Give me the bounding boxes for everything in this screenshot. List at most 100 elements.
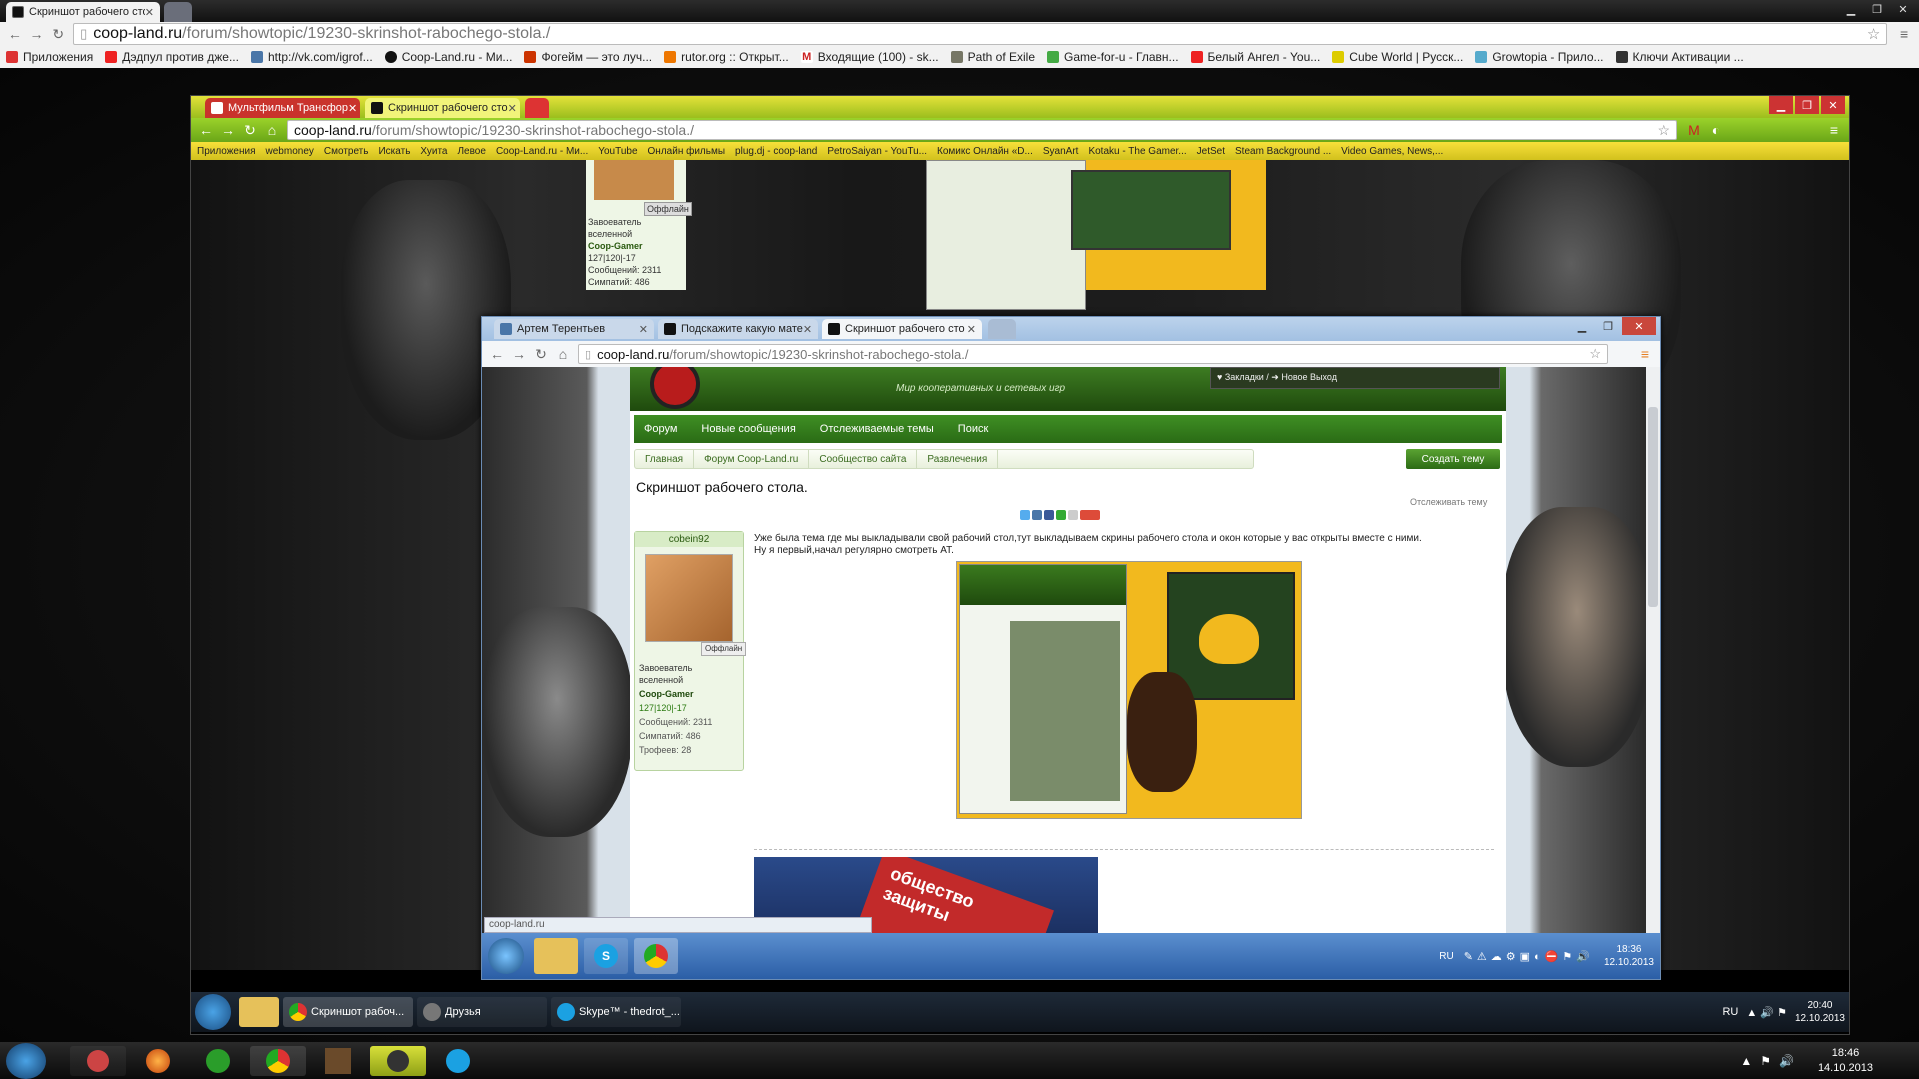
vk-icon[interactable] — [1032, 510, 1042, 520]
bookmark-star-icon[interactable]: ☆ — [1657, 122, 1670, 139]
livejournal-icon[interactable] — [1068, 510, 1078, 520]
explorer-icon[interactable] — [239, 997, 279, 1027]
bookmark-star-icon[interactable]: ☆ — [1867, 25, 1880, 43]
bookmark-item[interactable]: Дэдпул против дже... — [105, 50, 239, 64]
taskbar-game-icon[interactable] — [310, 1046, 366, 1076]
back-icon[interactable]: ← — [486, 343, 508, 365]
create-topic-button[interactable]: Создать тему — [1406, 449, 1500, 469]
maximize-icon[interactable]: ❐ — [1865, 0, 1889, 18]
close-tab-icon[interactable]: ✕ — [145, 6, 154, 19]
bookmark-item[interactable]: Онлайн фильмы — [648, 146, 726, 157]
close-tab-icon[interactable]: ✕ — [348, 102, 357, 115]
home-icon[interactable]: ⌂ — [552, 343, 574, 365]
reload-icon[interactable]: ↻ — [47, 23, 69, 45]
start-orb-icon[interactable] — [6, 1042, 46, 1079]
mid-tab-inactive[interactable]: Мультфильм Трансфор ✕ — [205, 98, 360, 118]
close-tab-icon[interactable]: ✕ — [803, 323, 812, 336]
nav-followed-topics[interactable]: Отслеживаемые темы — [820, 423, 934, 435]
bookmark-item[interactable]: Левое — [457, 146, 485, 157]
twitter-icon[interactable] — [1020, 510, 1030, 520]
scrollbar-thumb[interactable] — [1648, 407, 1658, 607]
bookmark-item[interactable]: rutor.org :: Открыт... — [664, 50, 789, 64]
header-links[interactable]: ♥ Закладки / ➜ Новое Выход — [1210, 367, 1500, 389]
bookmark-item[interactable]: PetroSaiyan - YouTu... — [827, 146, 927, 157]
start-orb-icon[interactable] — [195, 994, 231, 1030]
new-tab-button[interactable] — [525, 98, 549, 118]
reload-icon[interactable]: ↻ — [530, 343, 552, 365]
inner-scrollbar[interactable] — [1646, 367, 1660, 933]
chrome-icon[interactable] — [634, 938, 678, 974]
close-window-icon[interactable]: ✕ — [1891, 0, 1915, 18]
gmail-icon[interactable]: M — [1683, 119, 1705, 141]
bookmark-item[interactable]: Path of Exile — [950, 50, 1035, 64]
taskbar-mail-agent-icon[interactable] — [190, 1046, 246, 1076]
nav-search[interactable]: Поиск — [958, 423, 988, 435]
breadcrumb-forum[interactable]: Форум Coop-Land.ru — [694, 450, 810, 468]
bookmark-item[interactable]: M Входящие (100) - sk... — [800, 50, 939, 64]
bookmark-item[interactable]: Video Games, News,... — [1341, 146, 1443, 157]
menu-icon[interactable]: ≡ — [1893, 23, 1915, 45]
bookmark-item[interactable]: Комикс Онлайн «D... — [937, 146, 1033, 157]
maximize-icon[interactable]: ❐ — [1795, 96, 1819, 114]
inner-tab[interactable]: Артем Терентьев ✕ — [494, 319, 654, 339]
follow-topic-link[interactable]: Отслеживать тему — [1410, 497, 1487, 507]
start-orb-icon[interactable] — [488, 938, 524, 974]
bookmark-item[interactable]: Ключи Активации ... — [1615, 50, 1744, 64]
new-tab-button[interactable] — [164, 2, 192, 22]
bookmark-item[interactable]: Cube World | Русск... — [1332, 50, 1463, 64]
nav-forum[interactable]: Форум — [644, 423, 677, 435]
mid-address-bar[interactable]: coop-land.ru/forum/showtopic/19230-skrin… — [287, 120, 1677, 140]
menu-icon[interactable]: ≡ — [1823, 119, 1845, 141]
taskbar-scissors-icon[interactable] — [70, 1045, 126, 1076]
post-author-name[interactable]: cobein92 — [635, 532, 743, 547]
taskbar-firefox-icon[interactable] — [130, 1046, 186, 1076]
outer-clock[interactable]: 18:46 14.10.2013 — [1818, 1046, 1873, 1076]
explorer-icon[interactable] — [534, 938, 578, 974]
google-plus-icon[interactable] — [1080, 510, 1100, 520]
taskbar-chrome-button[interactable]: Скриншот рабоч... — [283, 997, 413, 1027]
bookmark-item[interactable]: SyanArt — [1043, 146, 1079, 157]
bookmark-item[interactable]: Приложения — [6, 50, 93, 64]
close-tab-icon[interactable]: ✕ — [967, 323, 976, 336]
bookmark-item[interactable]: Game-for-u - Главн... — [1047, 50, 1179, 64]
bookmark-item[interactable]: Белый Ангел - You... — [1190, 50, 1320, 64]
extension-icon[interactable]: ◐ — [1705, 119, 1727, 141]
outer-tab-active[interactable]: Скриншот рабочего стол ✕ — [6, 2, 160, 22]
inner-address-bar[interactable]: ▯ coop-land.ru/forum/showtopic/19230-skr… — [578, 344, 1608, 364]
bookmark-item[interactable]: plug.dj - coop-land — [735, 146, 817, 157]
facebook-icon[interactable] — [1044, 510, 1054, 520]
bookmark-item[interactable]: webmoney — [266, 146, 314, 157]
bookmark-item[interactable]: Coop-Land.ru - Ми... — [384, 50, 512, 64]
inner-clock[interactable]: 18:36 12.10.2013 — [1604, 943, 1654, 969]
taskbar-steam-button[interactable]: Друзья — [417, 997, 547, 1027]
nav-new-posts[interactable]: Новые сообщения — [701, 423, 795, 435]
bookmark-star-icon[interactable]: ☆ — [1589, 346, 1601, 362]
bookmark-item[interactable]: Coop-Land.ru - Ми... — [496, 146, 588, 157]
minimize-icon[interactable]: ▁ — [1570, 317, 1594, 335]
bookmark-item[interactable]: Growtopia - Прило... — [1475, 50, 1604, 64]
close-window-icon[interactable]: ✕ — [1622, 317, 1656, 335]
bookmark-item[interactable]: http://vk.com/igrof... — [250, 50, 373, 64]
new-tab-button[interactable] — [988, 319, 1016, 339]
back-icon[interactable]: ← — [4, 23, 26, 45]
taskbar-skype-icon[interactable] — [430, 1046, 486, 1076]
inner-tab[interactable]: Подскажите какую мате ✕ — [658, 319, 818, 339]
forward-icon[interactable]: → — [217, 119, 239, 141]
bookmark-item[interactable]: YouTube — [598, 146, 637, 157]
skype-icon[interactable]: S — [584, 938, 628, 974]
bookmark-item[interactable]: Фогейм — это луч... — [524, 50, 652, 64]
close-tab-icon[interactable]: ✕ — [639, 323, 648, 336]
menu-icon[interactable]: ≡ — [1634, 343, 1656, 365]
outer-address-bar[interactable]: ▯ coop-land.ru/forum/showtopic/19230-skr… — [73, 23, 1888, 45]
bookmark-item[interactable]: Kotaku - The Gamer... — [1088, 146, 1186, 157]
moimir-icon[interactable] — [1056, 510, 1066, 520]
home-icon[interactable]: ⌂ — [261, 119, 283, 141]
breadcrumb-home[interactable]: Главная — [635, 450, 695, 468]
forward-icon[interactable]: → — [26, 23, 48, 45]
taskbar-steam-icon[interactable] — [370, 1045, 426, 1076]
inner-tab-active[interactable]: Скриншот рабочего сто ✕ — [822, 319, 982, 339]
mid-clock[interactable]: 20:40 12.10.2013 — [1795, 999, 1845, 1025]
bookmark-item[interactable]: Хуита — [420, 146, 447, 157]
attached-screenshot-image[interactable] — [956, 561, 1302, 819]
bookmark-item[interactable]: Steam Background ... — [1235, 146, 1331, 157]
